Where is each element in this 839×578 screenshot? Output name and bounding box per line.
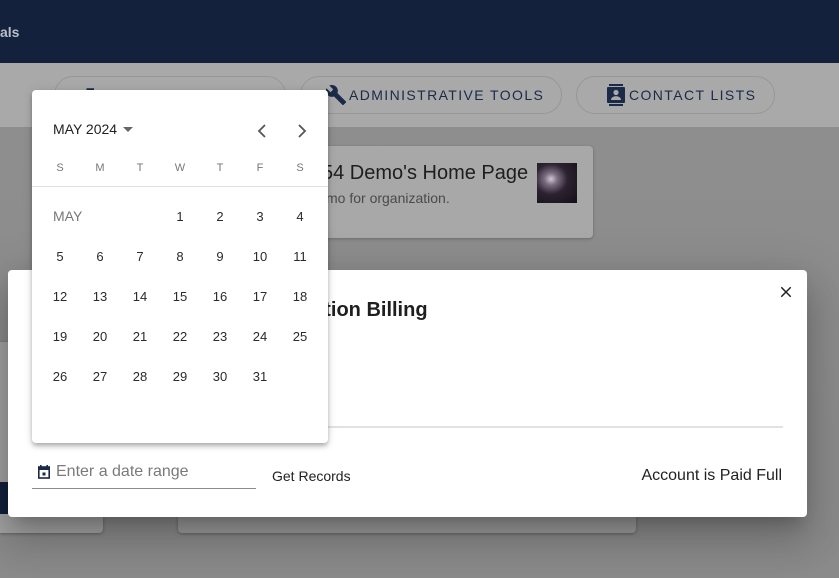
calendar-day[interactable]: 29 xyxy=(160,369,200,384)
calendar-day[interactable]: 21 xyxy=(120,329,160,344)
wrench-icon xyxy=(325,84,347,106)
contact-lists-label: CONTACT LISTS xyxy=(629,87,757,103)
calendar-day[interactable]: 30 xyxy=(200,369,240,384)
calendar-day[interactable]: 20 xyxy=(80,329,120,344)
calendar-day[interactable]: 24 xyxy=(240,329,280,344)
calendar-day[interactable]: 8 xyxy=(160,249,200,264)
chevron-left-icon xyxy=(257,124,266,138)
calendar-day[interactable]: 5 xyxy=(40,249,80,264)
calendar-day[interactable]: 2 xyxy=(200,209,240,224)
home-card-subtitle: mo for organization. xyxy=(326,190,450,206)
calendar-day[interactable]: 6 xyxy=(80,249,120,264)
calendar-day[interactable]: 31 xyxy=(240,369,280,384)
close-icon xyxy=(780,286,792,298)
period-selector-button[interactable]: MAY 2024 xyxy=(53,121,134,137)
close-button[interactable] xyxy=(774,280,798,304)
contact-book-icon xyxy=(605,84,627,106)
billing-status-text: Account is Paid Full xyxy=(641,467,782,484)
calendar-day[interactable]: 28 xyxy=(120,369,160,384)
calendar-icon[interactable] xyxy=(38,465,50,479)
calendar-day[interactable]: 1 xyxy=(160,209,200,224)
top-app-bar: als xyxy=(0,0,839,63)
calendar-day[interactable]: 23 xyxy=(200,329,240,344)
chevron-right-icon xyxy=(298,124,307,138)
calendar-grid: MAY 1 2 3 4 5 6 7 8 9 10 11 12 13 14 15 16 17 18 19 20 21 22 2… xyxy=(40,196,320,396)
administrative-tools-button[interactable]: ADMINISTRATIVE TOOLS xyxy=(300,76,562,114)
weekday-label: M xyxy=(95,162,105,174)
weekday-label: T xyxy=(136,162,144,174)
calendar-week-row: 19 20 21 22 23 24 25 xyxy=(40,316,320,356)
calendar-day[interactable]: 9 xyxy=(200,249,240,264)
calendar-day[interactable]: 22 xyxy=(160,329,200,344)
calendar-header-divider xyxy=(32,186,328,187)
caret-down-icon xyxy=(123,126,134,132)
weekday-label: F xyxy=(256,162,264,174)
calendar-day[interactable]: 27 xyxy=(80,369,120,384)
home-page-card[interactable]: 54 Demo's Home Page mo for organization. xyxy=(300,146,593,238)
calendar-week-row: 12 13 14 15 16 17 18 xyxy=(40,276,320,316)
date-range-picker-popup: MAY 2024 S M T W T F S MAY 1 2 3 4 5 6 7 8 9 10 11… xyxy=(32,90,328,443)
calendar-day[interactable]: 10 xyxy=(240,249,280,264)
organization-thumbnail xyxy=(537,163,577,203)
calendar-day[interactable]: 15 xyxy=(160,289,200,304)
weekday-label: S xyxy=(296,162,304,174)
calendar-day[interactable]: 3 xyxy=(240,209,280,224)
date-range-field[interactable] xyxy=(32,460,256,489)
calendar-week-row: 26 27 28 29 30 31 xyxy=(40,356,320,396)
weekday-label: S xyxy=(56,162,64,174)
month-label: MAY xyxy=(53,208,83,224)
next-month-button[interactable] xyxy=(290,118,314,144)
previous-month-button[interactable] xyxy=(250,118,274,144)
calendar-day[interactable]: 12 xyxy=(40,289,80,304)
calendar-day[interactable]: 19 xyxy=(40,329,80,344)
calendar-day[interactable]: 26 xyxy=(40,369,80,384)
calendar-day[interactable]: 17 xyxy=(240,289,280,304)
period-label: MAY 2024 xyxy=(53,121,118,137)
calendar-day[interactable]: 14 xyxy=(120,289,160,304)
calendar-day[interactable]: 13 xyxy=(80,289,120,304)
calendar-day[interactable]: 25 xyxy=(280,329,320,344)
date-range-input[interactable] xyxy=(56,460,252,484)
contact-lists-button[interactable]: CONTACT LISTS xyxy=(576,76,775,114)
weekday-label: W xyxy=(174,162,186,174)
calendar-day[interactable]: 16 xyxy=(200,289,240,304)
administrative-tools-label: ADMINISTRATIVE TOOLS xyxy=(349,87,545,103)
calendar-week-row: 5 6 7 8 9 10 11 xyxy=(40,236,320,276)
weekday-header: S M T W T F S xyxy=(40,162,320,174)
calendar-day[interactable]: 7 xyxy=(120,249,160,264)
calendar-day[interactable]: 11 xyxy=(280,249,320,264)
get-records-button[interactable]: Get Records xyxy=(262,464,361,488)
weekday-label: T xyxy=(216,162,224,174)
nav-link-partial[interactable]: als xyxy=(0,24,19,40)
home-card-title: 54 Demo's Home Page xyxy=(322,162,529,184)
calendar-day[interactable]: 18 xyxy=(280,289,320,304)
calendar-day[interactable]: 4 xyxy=(280,209,320,224)
